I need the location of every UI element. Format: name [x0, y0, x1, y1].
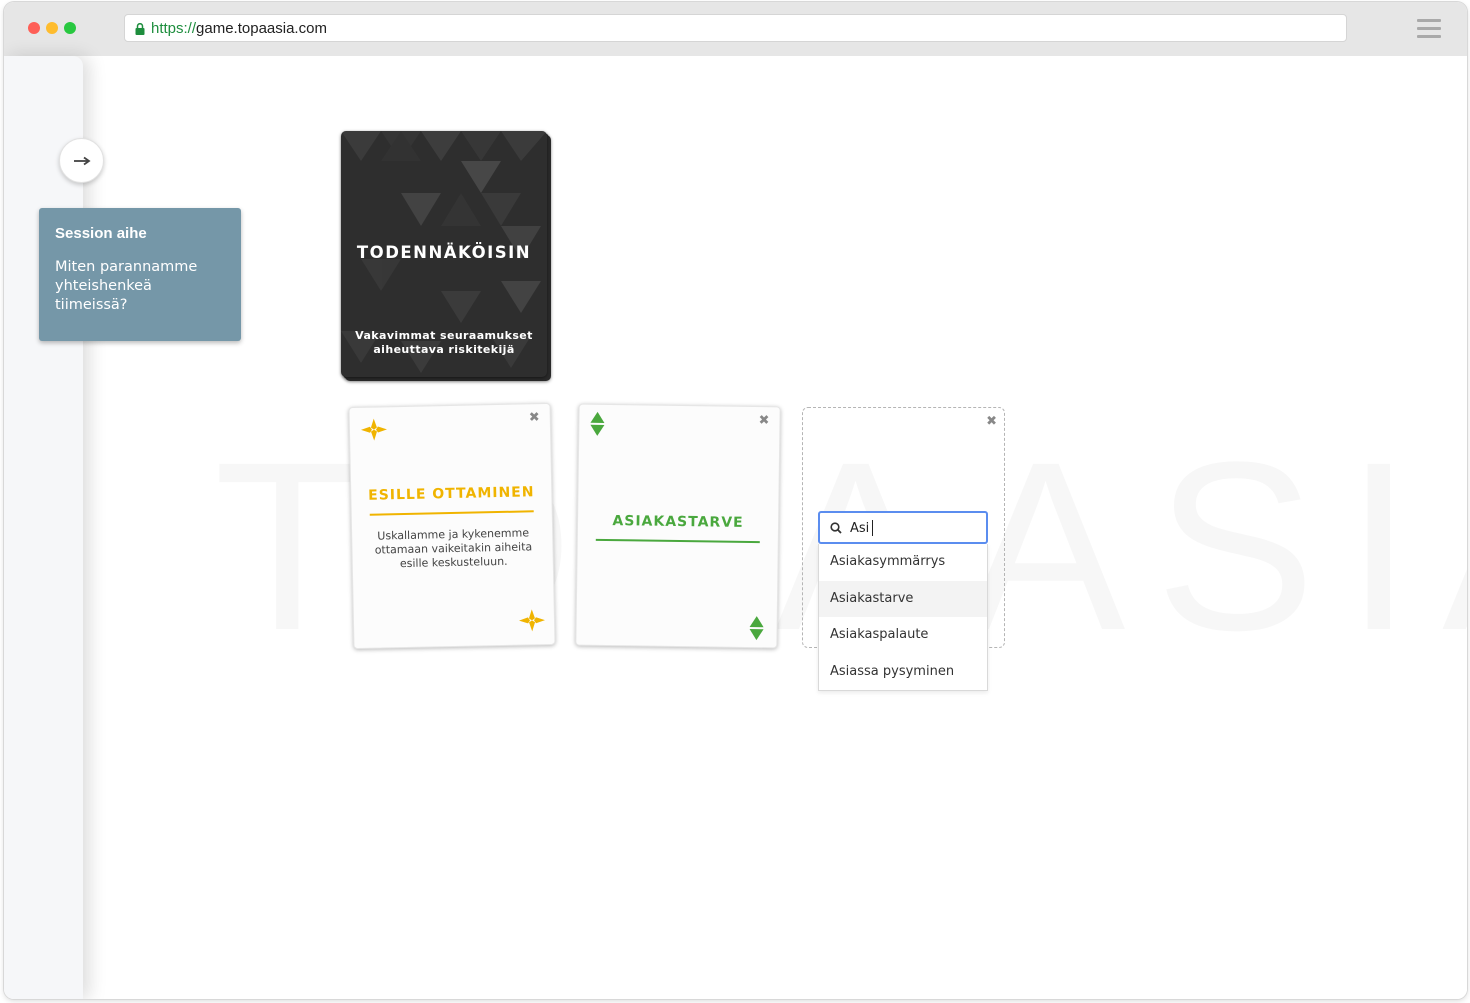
sidebar-toggle-button[interactable]	[59, 138, 104, 183]
arrow-right-icon	[73, 156, 91, 165]
maximize-window-button[interactable]	[64, 22, 76, 34]
search-input[interactable]	[850, 517, 980, 539]
green-diamond-suit-icon	[749, 616, 764, 641]
remove-card-button[interactable]: ✖	[758, 413, 769, 428]
browser-titlebar: https://game.topaasia.com	[4, 2, 1467, 56]
question-card-deck[interactable]: TODENNÄKÖISIN Vakavimmat seuraamukset ai…	[341, 131, 553, 383]
remove-card-button[interactable]: ✖	[529, 410, 540, 425]
search-option-asiakastarve[interactable]: Asiakastarve	[819, 580, 987, 617]
search-box[interactable]	[818, 511, 988, 544]
green-diamond-suit-icon	[590, 411, 605, 436]
hamburger-menu-icon[interactable]	[1417, 19, 1441, 39]
search-option-asiakasymmarrys[interactable]: Asiakasymmärrys	[819, 544, 987, 581]
session-topic-title: Session aihe	[55, 225, 147, 242]
card-search-dropdown: Asiakasymmärrys Asiakastarve Asiakaspala…	[818, 511, 988, 691]
session-topic-text: Miten parannamme yhteishenkeä tiimeissä?	[55, 259, 198, 313]
session-topic-card: Session aihe Miten parannamme yhteishenk…	[39, 208, 241, 341]
lock-icon	[135, 23, 145, 35]
search-option-asiassa-pysyminen[interactable]: Asiassa pysyminen	[819, 654, 987, 691]
deck-top-card[interactable]: TODENNÄKÖISIN Vakavimmat seuraamukset ai…	[341, 131, 547, 377]
close-window-button[interactable]	[28, 22, 40, 34]
search-icon	[830, 522, 842, 534]
card-title: ASIAKASTARVE	[612, 513, 744, 531]
yellow-star-suit-icon	[360, 418, 387, 441]
card-divider	[369, 510, 534, 516]
address-bar[interactable]: https://game.topaasia.com	[124, 14, 1347, 42]
topic-card-esille-ottaminen[interactable]: ✖ ESILLE OTTAMINEN Uskallamme ja kykenem…	[348, 402, 556, 650]
url-host: game.topaasia.com	[196, 20, 327, 37]
topic-card-asiakastarve[interactable]: ✖ ASIAKASTARVE	[575, 403, 781, 649]
sidebar	[4, 56, 83, 999]
deck-title: TODENNÄKÖISIN	[356, 243, 532, 262]
url-text: https://game.topaasia.com	[151, 20, 327, 37]
deck-subtitle: Vakavimmat seuraamukset aiheuttava riski…	[355, 329, 533, 356]
card-description: Uskallamme ja kykenemme ottamaan vaikeit…	[374, 526, 533, 571]
yellow-star-suit-icon	[518, 609, 545, 632]
search-options-list: Asiakasymmärrys Asiakastarve Asiakaspala…	[818, 544, 988, 691]
text-caret	[872, 520, 873, 536]
minimize-window-button[interactable]	[46, 22, 58, 34]
card-divider	[595, 538, 760, 544]
url-scheme: https://	[151, 20, 197, 37]
card-title: ESILLE OTTAMINEN	[368, 484, 535, 504]
browser-window: https://game.topaasia.com TOPAASIA® Sess…	[4, 2, 1467, 999]
game-area: TOPAASIA® Session aihe Miten parannamme …	[4, 56, 1467, 999]
remove-card-button[interactable]: ✖	[986, 414, 997, 429]
search-option-asiakaspalaute[interactable]: Asiakaspalaute	[819, 617, 987, 654]
